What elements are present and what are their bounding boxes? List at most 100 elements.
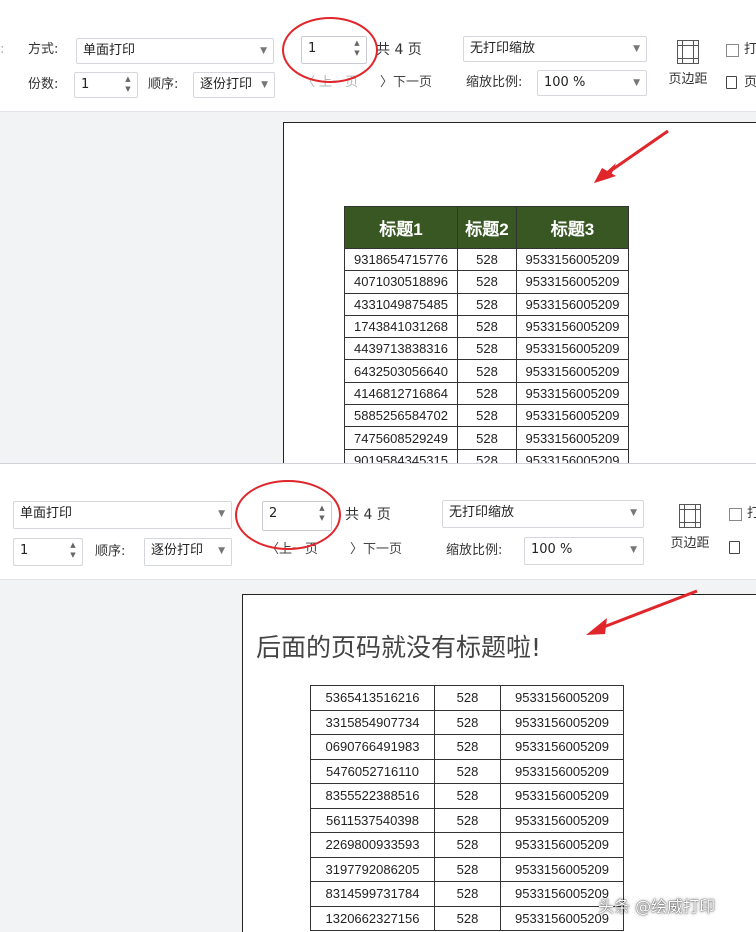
table-cell: 9533156005209 — [516, 426, 629, 450]
table-cell: 9318654715776 — [344, 247, 458, 272]
print-mode-value: 单面打印 — [83, 43, 136, 58]
table-row: 5885256584702 528 9533156005209 — [344, 404, 629, 428]
zoom-select[interactable]: 100 % ▼ — [524, 537, 644, 565]
table-cell: 528 — [434, 734, 501, 760]
margins-button[interactable]: 页边距 — [664, 40, 712, 87]
table-cell: 528 — [434, 832, 501, 858]
copies-stepper[interactable]: 1 ▲ ▼ — [13, 538, 83, 566]
print-mode-select[interactable]: 单面打印 ▼ — [76, 38, 274, 64]
table-cell: 528 — [457, 337, 517, 361]
table-cell: 528 — [457, 359, 517, 383]
next-page-label: 下一页 — [393, 75, 433, 90]
scale-mode-select[interactable]: 无打印缩放 ▼ — [463, 36, 647, 62]
table-cell: 528 — [434, 685, 501, 711]
order-value: 逐份打印 — [200, 77, 253, 92]
column-header: 标题2 — [457, 206, 517, 249]
table-cell: 9533156005209 — [516, 292, 629, 316]
save-icon[interactable] — [726, 76, 737, 89]
option-checkbox[interactable] — [726, 44, 739, 57]
table-cell: 9533156005209 — [500, 758, 624, 784]
copies-label: 份数: — [28, 77, 59, 92]
table-cell: 5885256584702 — [344, 404, 458, 428]
table-row: 7475608529249 528 9533156005209 — [344, 426, 629, 450]
stepper-arrows-icon[interactable]: ▲ ▼ — [69, 540, 77, 560]
table-row: 6432503056640 528 9533156005209 — [344, 359, 629, 383]
table-row: 3197792086205 528 9533156005209 — [310, 856, 624, 882]
table-cell: 4071030518896 — [344, 270, 458, 294]
column-header: 标题3 — [516, 206, 629, 249]
margins-label: 页边距 — [668, 72, 708, 87]
table-cell: 1743841031268 — [344, 314, 458, 339]
next-page-button[interactable]: 〉下一页 — [350, 540, 402, 560]
print-mode-value: 单面打印 — [20, 506, 73, 521]
table-cell: 9533156005209 — [516, 381, 629, 406]
red-arrow-annotation — [586, 589, 698, 635]
table-cell: 4146812716864 — [344, 381, 458, 406]
scale-mode-select[interactable]: 无打印缩放 ▼ — [442, 500, 644, 528]
table-row: 4146812716864 528 9533156005209 — [344, 381, 629, 406]
data-table: 5365413516216 528 9533156005209 33158549077… — [310, 685, 624, 931]
table-cell: 9533156005209 — [500, 783, 624, 809]
table-cell: 9533156005209 — [516, 270, 629, 294]
table-cell: 7475608529249 — [344, 426, 458, 450]
scale-mode-value: 无打印缩放 — [449, 505, 515, 520]
zoom-value: 100 % — [531, 542, 573, 557]
next-page-button[interactable]: 〉下一页 — [380, 73, 432, 93]
table-cell: 3315854907734 — [310, 709, 435, 735]
order-label: 顺序: — [148, 77, 179, 92]
option-label-partial: 打 — [747, 504, 756, 524]
chevron-down-icon: ▼ — [218, 546, 225, 556]
scale-mode-value: 无打印缩放 — [470, 41, 536, 56]
print-toolbar: 单面打印 ▼ 1 ▲ ▼ 顺序: 逐份打印 ▼ 2 ▲ ▼ 共 4 页 〈上一页 〉… — [0, 464, 756, 580]
copies-stepper[interactable]: 1 ▲ ▼ — [74, 72, 138, 98]
table-row: 9318654715776 528 9533156005209 — [344, 247, 629, 272]
table-cell: 9019584345315 — [344, 448, 458, 463]
table-header-row: 标题1 标题2 标题3 — [344, 206, 629, 249]
option-label-partial: 打 — [744, 42, 756, 57]
order-select[interactable]: 逐份打印 ▼ — [193, 72, 275, 98]
table-cell: 9533156005209 — [500, 709, 624, 735]
margins-label: 页边距 — [670, 536, 710, 551]
table-cell: 528 — [457, 314, 517, 339]
annotation-text: 后面的页码就没有标题啦! — [256, 633, 542, 662]
chevron-down-icon: ▼ — [630, 545, 637, 555]
print-preview-bottom: 单面打印 ▼ 1 ▲ ▼ 顺序: 逐份打印 ▼ 2 ▲ ▼ 共 4 页 〈上一页 〉… — [0, 463, 756, 932]
table-row: 8355522388516 528 9533156005209 — [310, 783, 624, 809]
table-cell: 1320662327156 — [310, 905, 435, 931]
table-cell: 528 — [457, 292, 517, 316]
chevron-right-icon: 〉 — [350, 542, 364, 557]
order-select[interactable]: 逐份打印 ▼ — [144, 538, 232, 566]
table-row: 4331049875485 528 9533156005209 — [344, 292, 629, 316]
table-cell: 528 — [434, 905, 501, 931]
table-cell: 528 — [434, 758, 501, 784]
table-cell: 528 — [434, 783, 501, 809]
table-cell: 9533156005209 — [500, 734, 624, 760]
table-cell: 3197792086205 — [310, 856, 435, 882]
chevron-down-icon: ▼ — [633, 78, 640, 88]
table-cell: 528 — [457, 448, 517, 463]
table-cell: 9533156005209 — [500, 856, 624, 882]
option-checkbox[interactable] — [729, 508, 742, 521]
table-cell: 9533156005209 — [500, 685, 624, 711]
table-cell: 5476052716110 — [310, 758, 435, 784]
table-row: 5365413516216 528 9533156005209 — [310, 685, 624, 711]
margins-button[interactable]: 页边距 — [665, 504, 715, 551]
copies-value: 1 — [20, 543, 29, 558]
stepper-arrows-icon[interactable]: ▲ ▼ — [124, 74, 132, 94]
chevron-down-icon: ▼ — [630, 508, 637, 518]
save-icon[interactable] — [729, 541, 740, 554]
table-row: 1743841031268 528 9533156005209 — [344, 314, 629, 339]
table-cell: 9533156005209 — [516, 337, 629, 361]
data-table: 标题1 标题2 标题3 9318654715776 528 953315600520… — [344, 206, 629, 463]
table-cell: 5611537540398 — [310, 807, 435, 833]
zoom-select[interactable]: 100 % ▼ — [537, 70, 647, 96]
table-row: 4071030518896 528 9533156005209 — [344, 270, 629, 294]
print-mode-select[interactable]: 单面打印 ▼ — [13, 501, 232, 529]
edge-fragment: : — [0, 42, 5, 57]
table-cell: 6432503056640 — [344, 359, 458, 383]
table-cell: 4439713838316 — [344, 337, 458, 361]
column-header: 标题1 — [344, 206, 458, 249]
table-cell: 528 — [457, 426, 517, 450]
table-cell: 528 — [457, 404, 517, 428]
table-row: 4439713838316 528 9533156005209 — [344, 337, 629, 361]
